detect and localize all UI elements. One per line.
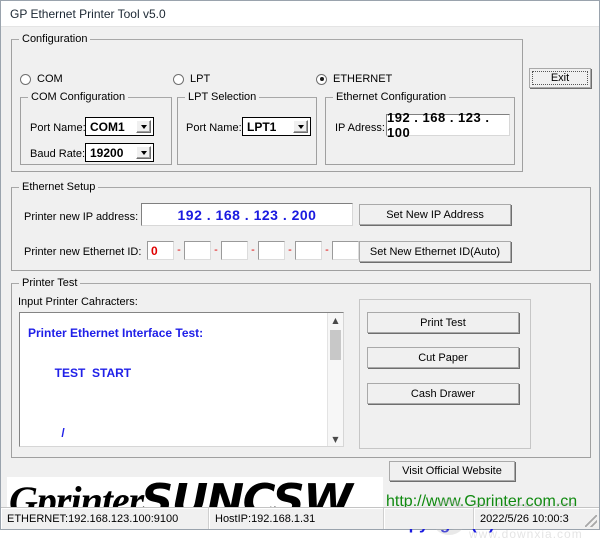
visit-official-website-button[interactable]: Visit Official Website: [389, 461, 515, 481]
client-area: Configuration COM LPT ETHERNET COM Confi…: [1, 27, 599, 541]
com-port-select[interactable]: COM1: [85, 117, 154, 136]
ethernet-id-box-2[interactable]: [221, 241, 248, 260]
set-new-ethernet-id-button[interactable]: Set New Ethernet ID(Auto): [359, 241, 511, 262]
ethernet-id-separator: -: [251, 244, 255, 256]
radio-ethernet[interactable]: ETHERNET: [316, 73, 392, 85]
com-baud-select[interactable]: 19200: [85, 143, 154, 162]
ethernet-id-box-4[interactable]: [295, 241, 322, 260]
print-test-button[interactable]: Print Test: [367, 312, 519, 333]
configuration-legend: Configuration: [19, 33, 91, 45]
lpt-port-select[interactable]: LPT1: [242, 117, 311, 136]
chevron-down-icon[interactable]: [136, 146, 151, 159]
exit-button-label: Exit: [550, 72, 570, 84]
ethernet-configuration-legend: Ethernet Configuration: [333, 91, 450, 103]
app-window: GP Ethernet Printer Tool v5.0 Configurat…: [0, 0, 600, 541]
status-empty: [384, 508, 474, 529]
com-port-value: COM1: [90, 119, 125, 134]
lpt-port-value: LPT1: [247, 119, 277, 134]
chevron-down-icon[interactable]: [136, 120, 151, 133]
ethernet-id-box-5[interactable]: [332, 241, 359, 260]
new-ip-input[interactable]: 192 . 168 . 123 . 200: [141, 203, 353, 226]
title-bar: GP Ethernet Printer Tool v5.0: [1, 1, 599, 27]
set-new-ethernet-id-label: Set New Ethernet ID(Auto): [369, 245, 501, 258]
ethernet-id-separator: -: [214, 244, 218, 256]
printer-test-legend: Printer Test: [19, 277, 81, 289]
cash-drawer-label: Cash Drawer: [410, 387, 476, 400]
visit-official-website-label: Visit Official Website: [402, 465, 502, 477]
input-characters-label: Input Printer Cahracters:: [18, 296, 138, 308]
exit-button[interactable]: Exit: [529, 68, 591, 88]
radio-lpt[interactable]: LPT: [173, 73, 210, 85]
ethernet-id-box-1[interactable]: [184, 241, 211, 260]
radio-lpt-icon: [173, 73, 184, 85]
ethernet-id-box-3[interactable]: [258, 241, 285, 260]
cut-paper-button[interactable]: Cut Paper: [367, 347, 519, 368]
ethernet-id-separator: -: [288, 244, 292, 256]
status-ethernet: ETHERNET:192.168.123.100:9100: [1, 508, 209, 529]
com-configuration-legend: COM Configuration: [28, 91, 129, 103]
com-baud-value: 19200: [90, 145, 124, 160]
status-hostip: HostIP:192.168.1.31: [209, 508, 384, 529]
resize-grip-icon[interactable]: [585, 515, 597, 527]
radio-lpt-label: LPT: [190, 73, 211, 85]
printer-characters-textarea[interactable]: Printer Ethernet Interface Test: TEST ST…: [19, 312, 344, 447]
radio-com-icon: [20, 73, 31, 85]
scroll-up-icon[interactable]: ▲: [328, 313, 343, 327]
status-timestamp: 2022/5/26 10:00:3: [474, 508, 599, 529]
set-new-ip-label: Set New IP Address: [386, 208, 484, 221]
set-new-ip-button[interactable]: Set New IP Address: [359, 204, 511, 225]
radio-com-label: COM: [37, 73, 63, 85]
scroll-down-icon[interactable]: ▼: [328, 432, 343, 446]
ethernet-ip-label: IP Adress:: [335, 122, 385, 134]
chevron-down-icon[interactable]: [293, 120, 308, 133]
ethernet-id-box-0[interactable]: 0: [147, 241, 174, 260]
window-title: GP Ethernet Printer Tool v5.0: [10, 6, 166, 21]
radio-ethernet-icon: [316, 73, 327, 85]
lpt-port-label: Port Name:: [186, 122, 242, 134]
ethernet-id-separator: -: [325, 244, 329, 256]
scrollbar-thumb[interactable]: [330, 330, 341, 360]
ethernet-ip-input[interactable]: 192 . 168 . 123 . 100: [386, 110, 510, 140]
printer-characters-text: Printer Ethernet Interface Test: TEST ST…: [28, 326, 204, 440]
cash-drawer-button[interactable]: Cash Drawer: [367, 383, 519, 404]
com-baud-label: Baud Rate:: [30, 148, 86, 160]
new-ip-label: Printer new IP address:: [24, 211, 139, 223]
new-ip-value: 192 . 168 . 123 . 200: [177, 206, 317, 223]
new-ethernet-id-label: Printer new Ethernet ID:: [24, 246, 142, 258]
com-port-label: Port Name:: [30, 122, 86, 134]
cut-paper-label: Cut Paper: [418, 351, 468, 364]
ethernet-id-inputs: 0 - - - - -: [147, 241, 359, 260]
print-test-label: Print Test: [420, 316, 466, 329]
ethernet-setup-legend: Ethernet Setup: [19, 181, 99, 193]
ethernet-id-separator: -: [177, 244, 181, 256]
ethernet-ip-value: 192 . 168 . 123 . 100: [387, 110, 490, 140]
textarea-scrollbar[interactable]: ▲ ▼: [327, 313, 343, 446]
lpt-selection-legend: LPT Selection: [185, 91, 260, 103]
radio-com[interactable]: COM: [20, 73, 63, 85]
status-bar: ETHERNET:192.168.123.100:9100 HostIP:192…: [1, 507, 599, 529]
radio-ethernet-label: ETHERNET: [333, 73, 393, 85]
